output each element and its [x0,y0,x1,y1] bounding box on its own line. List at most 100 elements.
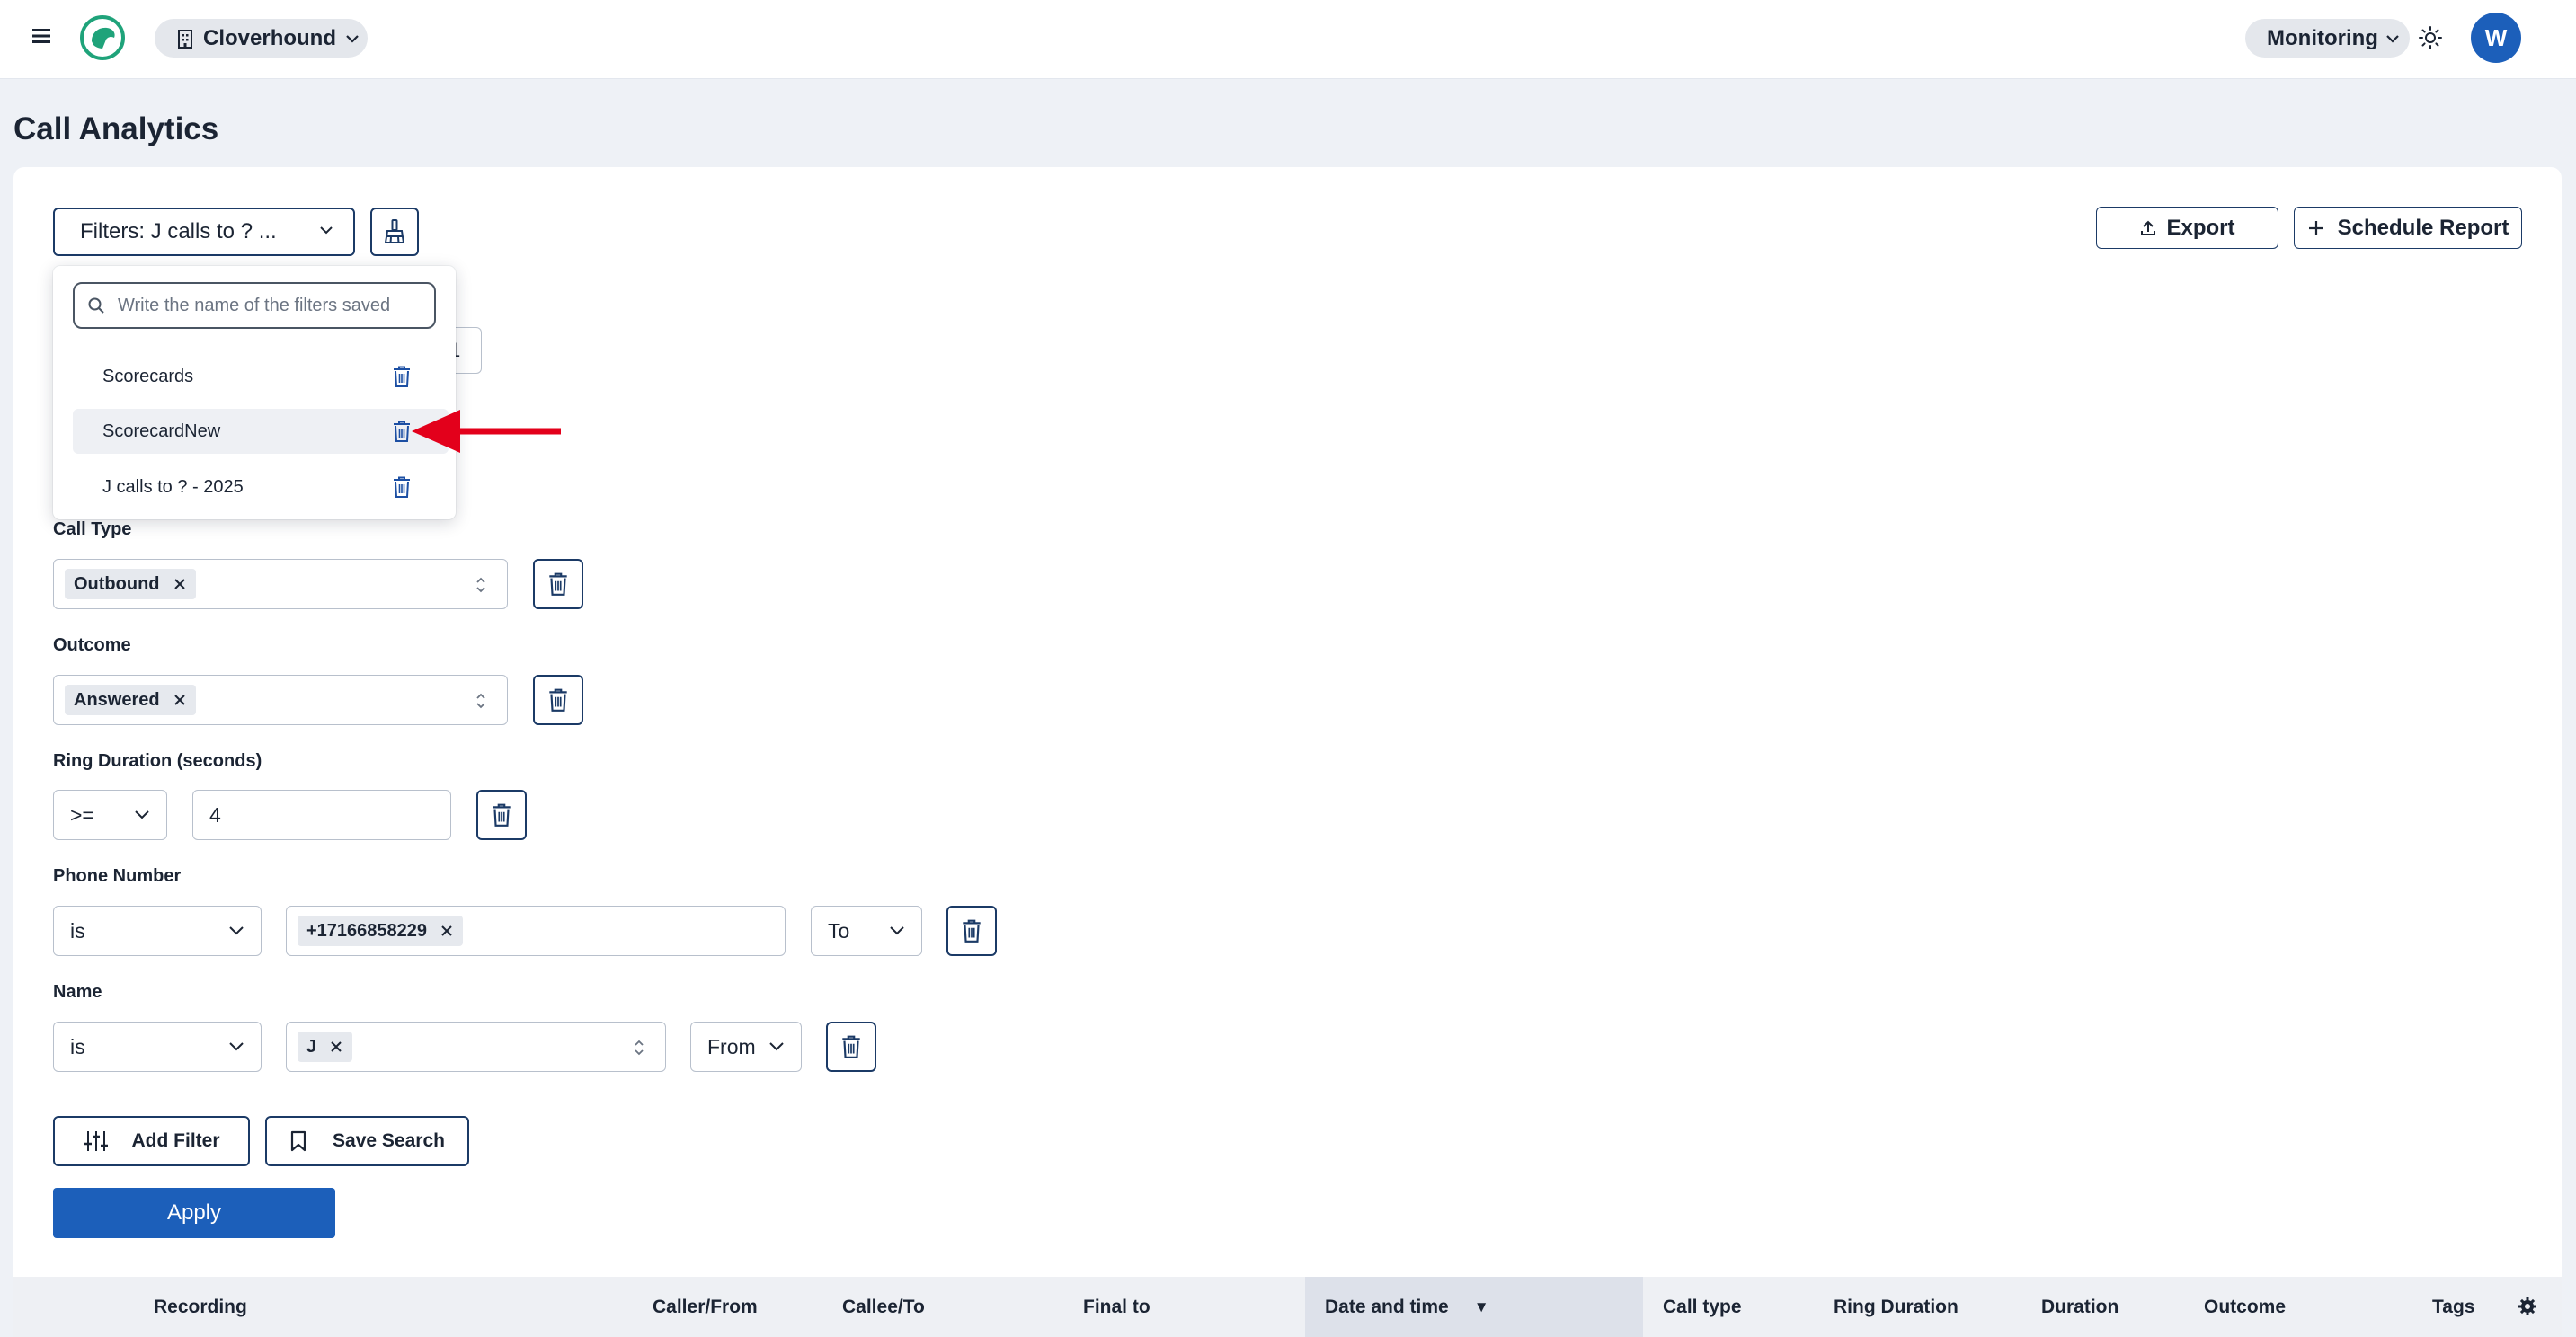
top-bar: Cloverhound Monitoring W [0,0,2576,79]
saved-filter-label: ScorecardNew [102,421,221,441]
org-switcher[interactable]: Cloverhound [155,19,368,58]
trash-icon[interactable] [392,365,412,388]
close-icon[interactable] [440,924,454,938]
product-menu[interactable]: Monitoring [2245,19,2410,58]
outcome-label: Outcome [53,635,131,655]
add-filter-button[interactable]: Add Filter [53,1116,250,1166]
add-filter-label: Add Filter [131,1130,220,1151]
column-header-duration[interactable]: Duration [2041,1277,2119,1337]
name-direction-select[interactable]: From [690,1022,802,1072]
saved-filter-label: Scorecards [102,366,194,386]
bookmark-icon [289,1130,307,1152]
column-header-date-time-label: Date and time [1325,1296,1449,1317]
saved-filter-item[interactable]: ScorecardNew [73,409,449,454]
chevron-down-icon [345,34,360,43]
column-header-outcome[interactable]: Outcome [2204,1277,2286,1337]
schedule-report-label: Schedule Report [2337,215,2509,240]
saved-filters-search[interactable] [73,282,436,329]
schedule-report-button[interactable]: Schedule Report [2294,207,2522,249]
phone-number-chip: +17166858229 [298,916,464,946]
sun-icon[interactable] [2418,25,2443,50]
phone-number-input[interactable]: +17166858229 [286,906,786,956]
saved-filter-item[interactable]: J calls to ? - 2025 [73,465,449,509]
close-icon[interactable] [173,577,187,591]
avatar[interactable]: W [2471,13,2521,63]
saved-filter-item[interactable]: Scorecards [73,354,449,399]
column-header-caller[interactable]: Caller/From [653,1277,758,1337]
remove-phone-number-filter-button[interactable] [946,906,997,956]
column-header-callee[interactable]: Callee/To [842,1277,925,1337]
chevron-down-icon [2385,34,2400,43]
table-header: Recording Caller/From Callee/To Final to… [13,1277,2562,1337]
column-header-ring-duration[interactable]: Ring Duration [1834,1277,1959,1337]
ring-duration-operator-select[interactable]: >= [53,790,167,840]
updown-icon [475,691,487,711]
trash-icon[interactable] [392,475,412,499]
phone-number-direction: To [828,918,850,943]
trash-icon [547,687,569,713]
name-chip-label: J [306,1036,317,1057]
saved-filters-dropdown: Scorecards ScorecardNew J calls to ? - 2… [53,266,456,519]
ring-duration-label: Ring Duration (seconds) [53,751,262,771]
phone-number-operator: is [70,918,85,943]
export-button[interactable]: Export [2096,207,2278,249]
saved-filter-label: J calls to ? - 2025 [102,476,244,497]
product-menu-label: Monitoring [2267,25,2378,50]
close-icon[interactable] [329,1040,343,1054]
remove-ring-duration-filter-button[interactable] [476,790,527,840]
upload-icon [2139,219,2157,237]
column-header-tags[interactable]: Tags [2432,1277,2474,1337]
call-type-label: Call Type [53,519,132,539]
column-header-final-to[interactable]: Final to [1083,1277,1150,1337]
trash-icon[interactable] [392,420,412,443]
name-chip: J [298,1032,353,1062]
logo-icon[interactable] [79,14,126,61]
chevron-down-icon [319,226,333,235]
clear-filters-button[interactable] [370,208,419,256]
column-header-call-type[interactable]: Call type [1663,1277,1742,1337]
ring-duration-input[interactable]: 4 [192,790,451,840]
updown-icon [475,575,487,595]
name-label: Name [53,982,102,1002]
chevron-down-icon [768,1041,785,1052]
building-icon [176,29,194,49]
chevron-down-icon [228,925,244,936]
save-search-button[interactable]: Save Search [265,1116,469,1166]
apply-button[interactable]: Apply [53,1188,335,1238]
remove-call-type-filter-button[interactable] [533,559,583,609]
chevron-down-icon [228,1041,244,1052]
name-direction: From [707,1034,756,1058]
page-title: Call Analytics [13,111,219,146]
saved-filters-search-input[interactable] [118,295,405,316]
chevron-down-icon [134,810,150,820]
trash-icon [840,1034,862,1059]
plus-icon [2307,219,2325,237]
menu-icon[interactable] [31,25,52,47]
name-operator: is [70,1034,85,1058]
close-icon[interactable] [173,693,187,707]
broom-icon [382,218,407,245]
search-icon [87,297,105,314]
name-operator-select[interactable]: is [53,1022,262,1072]
remove-name-filter-button[interactable] [826,1022,876,1072]
save-search-label: Save Search [333,1130,445,1151]
phone-number-direction-select[interactable]: To [811,906,922,956]
name-select[interactable]: J [286,1022,666,1072]
remove-outcome-filter-button[interactable] [533,675,583,725]
call-type-select[interactable]: Outbound [53,559,508,609]
outcome-select[interactable]: Answered [53,675,508,725]
gear-icon[interactable] [2517,1296,2538,1317]
export-label: Export [2166,215,2235,240]
phone-number-label: Phone Number [53,866,182,886]
column-header-recording[interactable]: Recording [154,1277,247,1337]
trash-icon [961,918,982,943]
trash-icon [491,802,512,828]
phone-number-operator-select[interactable]: is [53,906,262,956]
saved-filters-select[interactable]: Filters: J calls to ? ... [53,208,355,256]
column-header-date-time[interactable]: Date and time ▼ [1305,1277,1643,1337]
call-type-chip-label: Outbound [74,573,160,594]
trash-icon [547,571,569,597]
org-name: Cloverhound [203,25,336,50]
red-arrow-annotation [410,404,564,460]
ring-duration-operator: >= [70,802,94,827]
